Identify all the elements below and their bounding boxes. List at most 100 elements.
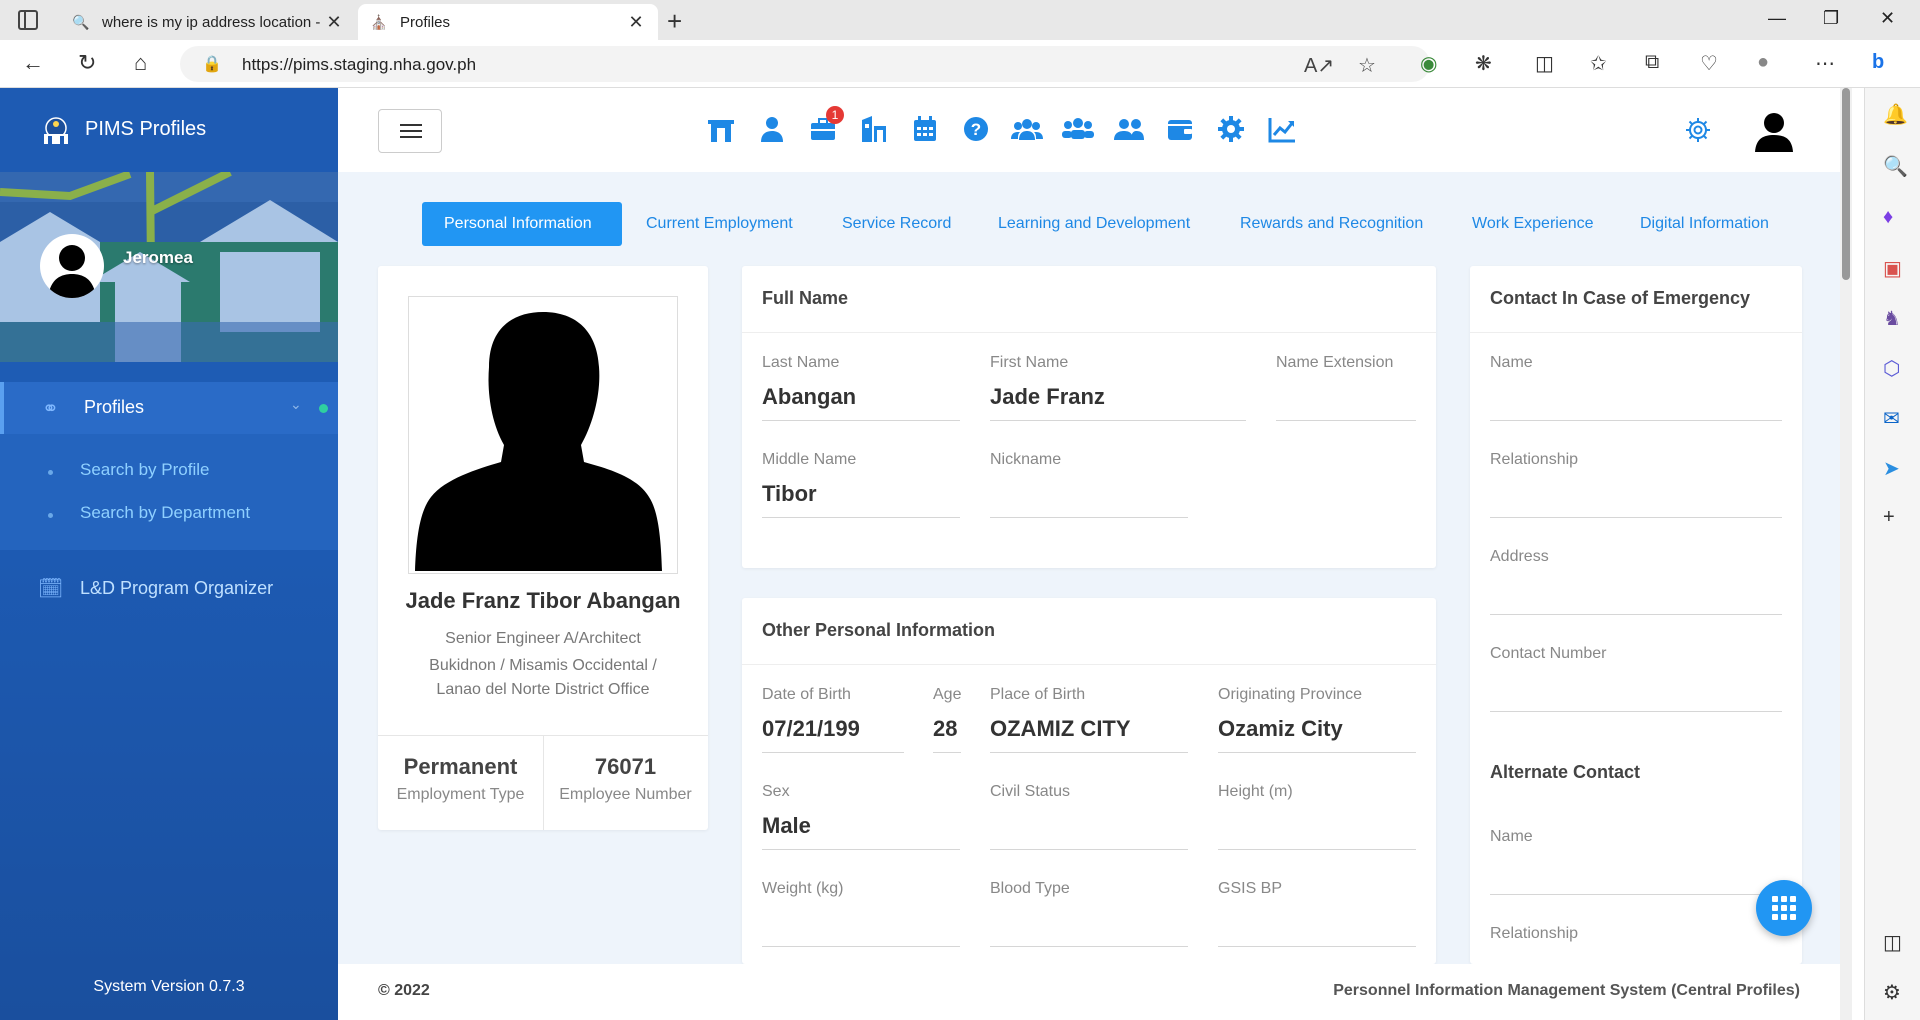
nha-logo-icon	[44, 117, 68, 144]
hamburger-menu-button[interactable]	[378, 109, 442, 153]
tab-work-experience[interactable]: Work Experience	[1472, 202, 1594, 246]
wallet-icon[interactable]	[1163, 114, 1197, 148]
emergency-name-field: Name	[1490, 354, 1782, 421]
tab-actions-icon[interactable]	[18, 10, 38, 30]
sidebar-toggle-icon[interactable]: ◫	[1883, 930, 1902, 955]
bing-copilot-icon[interactable]: b	[1872, 51, 1884, 74]
microsoft-365-icon[interactable]: ⬡	[1883, 356, 1900, 381]
blood-type-field: Blood Type	[990, 880, 1188, 947]
question-icon[interactable]: ?	[959, 114, 993, 148]
read-aloud-icon[interactable]: A↗	[1304, 53, 1334, 78]
extensions-icon[interactable]: ❋	[1475, 51, 1492, 76]
nha-logo-icon: ⛪	[370, 13, 388, 30]
employment-type-value: Permanent	[403, 754, 518, 779]
more-options-icon[interactable]: ⋯	[1815, 51, 1835, 76]
favorite-star-icon[interactable]: ☆	[1358, 53, 1376, 78]
cog-icon[interactable]	[1214, 114, 1248, 148]
field-underline	[762, 420, 960, 421]
field-label: Middle Name	[762, 451, 857, 468]
chevron-down-icon: ⌄	[290, 396, 302, 412]
sidebar-item-profiles[interactable]: ⚭ Profiles ⌄	[0, 382, 338, 434]
alternate-relationship-field: Relationship	[1490, 925, 1578, 943]
add-icon[interactable]: +	[1883, 506, 1895, 529]
tab-digital-information[interactable]: Digital Information	[1640, 202, 1769, 246]
notification-bell-icon[interactable]: 🔔	[1883, 102, 1908, 127]
scrollbar-thumb[interactable]	[1842, 88, 1850, 280]
minimize-icon[interactable]: —	[1768, 8, 1786, 29]
close-window-icon[interactable]: ✕	[1880, 8, 1895, 29]
collections-icon[interactable]: ⧉	[1645, 51, 1659, 74]
brand-header: PIMS Profiles	[0, 88, 338, 172]
field-label: Name	[1490, 828, 1533, 845]
close-tab-icon[interactable]: ✕	[324, 12, 344, 33]
users-icon[interactable]	[1010, 114, 1044, 148]
field-label: Sex	[762, 783, 790, 800]
extension-globe-icon[interactable]: ◉	[1420, 51, 1437, 76]
city-icon[interactable]	[857, 114, 891, 148]
page-scrollbar[interactable]	[1840, 88, 1852, 1020]
split-screen-icon[interactable]: ◫	[1535, 51, 1554, 76]
sidebar-item-label: Profiles	[84, 397, 145, 417]
search-icon: 🔍	[72, 13, 90, 30]
date-of-birth-field: Date of Birth 07/21/199	[762, 686, 904, 753]
url-text[interactable]: https://pims.staging.nha.gov.ph	[242, 55, 476, 75]
profile-office-line2: Lanao del Norte District Office	[436, 681, 650, 698]
sidebar-item-search-by-profile[interactable]: Search by Profile	[80, 460, 209, 480]
home-icon[interactable]: ⌂	[134, 50, 147, 76]
briefcase-icon[interactable]: 1	[806, 106, 844, 148]
sidebar-item-ld-program-organizer[interactable]: 🗓 L&D Program Organizer	[0, 566, 338, 610]
employment-type-label: Employment Type	[396, 786, 525, 803]
middle-name-field: Middle Name Tibor	[762, 451, 960, 518]
bullet-dot	[48, 470, 53, 475]
tab-personal-information[interactable]: Personal Information	[422, 202, 622, 246]
browser-tab-profiles[interactable]: ⛪ Profiles ✕	[358, 4, 658, 40]
first-name-field: First Name Jade Franz	[990, 354, 1246, 421]
top-navbar: 1 ?	[338, 88, 1840, 172]
back-icon[interactable]: ←	[22, 50, 44, 76]
tab-title: where is my ip address location -	[102, 13, 321, 31]
user-friends-icon[interactable]	[1112, 114, 1146, 148]
search-icon[interactable]: 🔍	[1883, 154, 1908, 179]
users-icon: ⚭	[42, 398, 59, 420]
profile-avatar-icon[interactable]: ●	[1757, 51, 1769, 74]
section-title: Other Personal Information	[762, 620, 996, 640]
tab-current-employment[interactable]: Current Employment	[646, 202, 793, 246]
account-avatar[interactable]	[1752, 108, 1796, 152]
outlook-icon[interactable]: ✉	[1883, 406, 1900, 431]
tab-service-record[interactable]: Service Record	[842, 202, 951, 246]
field-value: Tibor	[762, 481, 817, 506]
new-tab-button[interactable]: +	[667, 6, 682, 37]
profile-full-name: Jade Franz Tibor Abangan	[405, 588, 681, 613]
sidebar-item-search-by-department[interactable]: Search by Department	[80, 503, 250, 523]
lock-icon[interactable]: 🔒	[202, 54, 222, 74]
user-avatar[interactable]	[40, 234, 104, 298]
url-field[interactable]: 🔒 https://pims.staging.nha.gov.ph A↗ ☆	[180, 46, 1430, 82]
field-underline	[1490, 517, 1782, 518]
settings-gear-icon[interactable]	[1684, 116, 1712, 151]
send-icon[interactable]: ➤	[1883, 456, 1900, 481]
notification-badge: 1	[826, 106, 844, 124]
tab-learning-and-development[interactable]: Learning and Development	[998, 202, 1190, 246]
building-icon[interactable]	[704, 114, 738, 148]
settings-icon[interactable]: ⚙	[1883, 980, 1901, 1005]
close-tab-icon[interactable]: ✕	[626, 12, 646, 33]
tab-rewards-and-recognition[interactable]: Rewards and Recognition	[1240, 202, 1423, 246]
games-icon[interactable]: ♞	[1883, 306, 1901, 331]
calendar-icon[interactable]	[908, 114, 942, 148]
favorites-icon[interactable]: ✩	[1590, 51, 1607, 76]
chart-line-icon[interactable]	[1265, 114, 1299, 148]
field-underline	[990, 849, 1188, 850]
apps-grid-button[interactable]	[1756, 880, 1812, 936]
users-group-icon[interactable]	[1061, 114, 1095, 148]
tools-icon[interactable]: ▣	[1883, 256, 1902, 281]
restore-icon[interactable]: ❐	[1823, 8, 1839, 29]
user-icon[interactable]	[755, 114, 789, 148]
browser-tab-search[interactable]: 🔍 where is my ip address location - ✕	[60, 4, 356, 40]
browser-essentials-icon[interactable]: ♡	[1700, 51, 1718, 76]
field-underline	[933, 752, 961, 753]
user-name[interactable]: Jeromea	[123, 248, 193, 268]
refresh-icon[interactable]: ↻	[78, 50, 96, 76]
shopping-tag-icon[interactable]: ♦	[1883, 206, 1893, 229]
active-dot	[319, 404, 328, 413]
field-label: GSIS BP	[1218, 880, 1283, 897]
